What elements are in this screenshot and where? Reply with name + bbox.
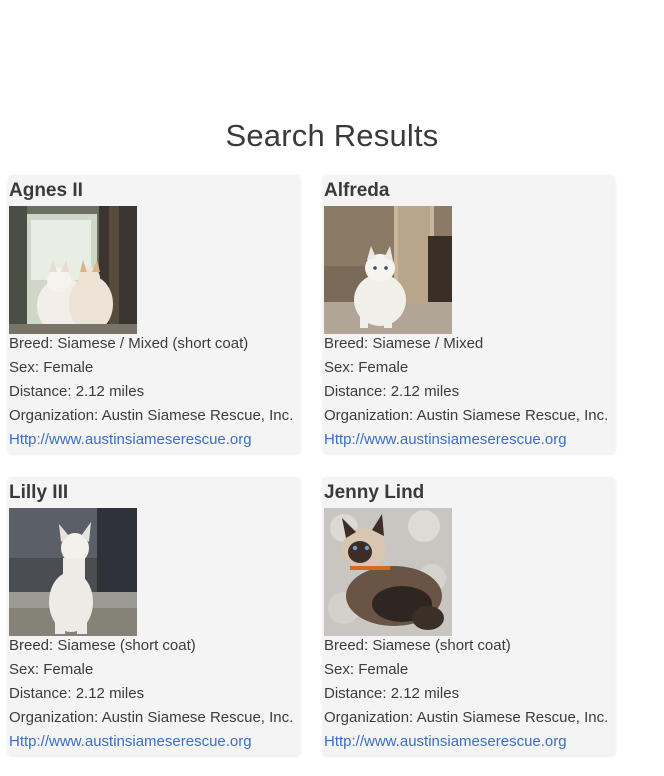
distance-line: Distance: 2.12 miles — [9, 685, 144, 702]
result-card: Agnes II Breed: Siamese / Mixed (short c… — [8, 175, 300, 453]
distance-value: 2.12 miles — [390, 383, 460, 400]
sex-line: Sex: Female — [9, 661, 93, 678]
pet-photo[interactable] — [324, 206, 452, 334]
distance-line: Distance: 2.12 miles — [9, 383, 144, 400]
organization-label: Organization: — [324, 709, 417, 726]
distance-label: Distance: — [324, 685, 391, 702]
breed-label: Breed: — [324, 637, 373, 654]
result-card: Lilly III Breed: Siamese (short coat) Se… — [8, 477, 300, 755]
breed-label: Breed: — [9, 637, 58, 654]
pet-name[interactable]: Jenny Lind — [324, 482, 424, 504]
organization-link[interactable]: Http://www.austinsiameserescue.org — [324, 733, 567, 750]
distance-line: Distance: 2.12 miles — [324, 383, 459, 400]
organization-link[interactable]: Http://www.austinsiameserescue.org — [324, 431, 567, 448]
sex-line: Sex: Female — [324, 661, 408, 678]
result-card: Jenny Lind Breed: Siamese (short coat) S… — [323, 477, 615, 755]
sex-value: Female — [358, 359, 409, 376]
sex-value: Female — [43, 661, 94, 678]
breed-line: Breed: Siamese / Mixed (short coat) — [9, 335, 248, 352]
pet-photo[interactable] — [9, 508, 137, 636]
distance-label: Distance: — [9, 685, 76, 702]
distance-label: Distance: — [9, 383, 76, 400]
sex-label: Sex: — [324, 661, 359, 678]
breed-value: Siamese / Mixed (short coat) — [57, 335, 249, 352]
organization-link[interactable]: Http://www.austinsiameserescue.org — [9, 733, 252, 750]
breed-label: Breed: — [324, 335, 373, 352]
breed-label: Breed: — [9, 335, 58, 352]
organization-line: Organization: Austin Siamese Rescue, Inc… — [9, 407, 293, 424]
organization-value: Austin Siamese Rescue, Inc. — [101, 407, 294, 424]
organization-label: Organization: — [9, 407, 102, 424]
organization-line: Organization: Austin Siamese Rescue, Inc… — [324, 709, 608, 726]
pet-photo[interactable] — [9, 206, 137, 334]
sex-line: Sex: Female — [324, 359, 408, 376]
page-title: Search Results — [225, 118, 439, 153]
pet-name[interactable]: Alfreda — [324, 180, 389, 202]
breed-line: Breed: Siamese / Mixed — [324, 335, 483, 352]
pet-photo[interactable] — [324, 508, 452, 636]
organization-value: Austin Siamese Rescue, Inc. — [416, 407, 609, 424]
organization-value: Austin Siamese Rescue, Inc. — [416, 709, 609, 726]
pet-name[interactable]: Agnes II — [9, 180, 83, 202]
sex-line: Sex: Female — [9, 359, 93, 376]
result-card: Alfreda Breed: Siamese / Mixed Sex: Fema… — [323, 175, 615, 453]
organization-label: Organization: — [9, 709, 102, 726]
breed-value: Siamese (short coat) — [57, 637, 196, 654]
organization-line: Organization: Austin Siamese Rescue, Inc… — [9, 709, 293, 726]
sex-label: Sex: — [9, 661, 44, 678]
breed-value: Siamese (short coat) — [372, 637, 511, 654]
organization-label: Organization: — [324, 407, 417, 424]
distance-label: Distance: — [324, 383, 391, 400]
distance-line: Distance: 2.12 miles — [324, 685, 459, 702]
breed-line: Breed: Siamese (short coat) — [9, 637, 196, 654]
sex-label: Sex: — [9, 359, 44, 376]
distance-value: 2.12 miles — [390, 685, 460, 702]
sex-label: Sex: — [324, 359, 359, 376]
organization-line: Organization: Austin Siamese Rescue, Inc… — [324, 407, 608, 424]
breed-line: Breed: Siamese (short coat) — [324, 637, 511, 654]
sex-value: Female — [358, 661, 409, 678]
distance-value: 2.12 miles — [75, 383, 145, 400]
pet-name[interactable]: Lilly III — [9, 482, 68, 504]
distance-value: 2.12 miles — [75, 685, 145, 702]
organization-link[interactable]: Http://www.austinsiameserescue.org — [9, 431, 252, 448]
breed-value: Siamese / Mixed — [372, 335, 484, 352]
sex-value: Female — [43, 359, 94, 376]
organization-value: Austin Siamese Rescue, Inc. — [101, 709, 294, 726]
